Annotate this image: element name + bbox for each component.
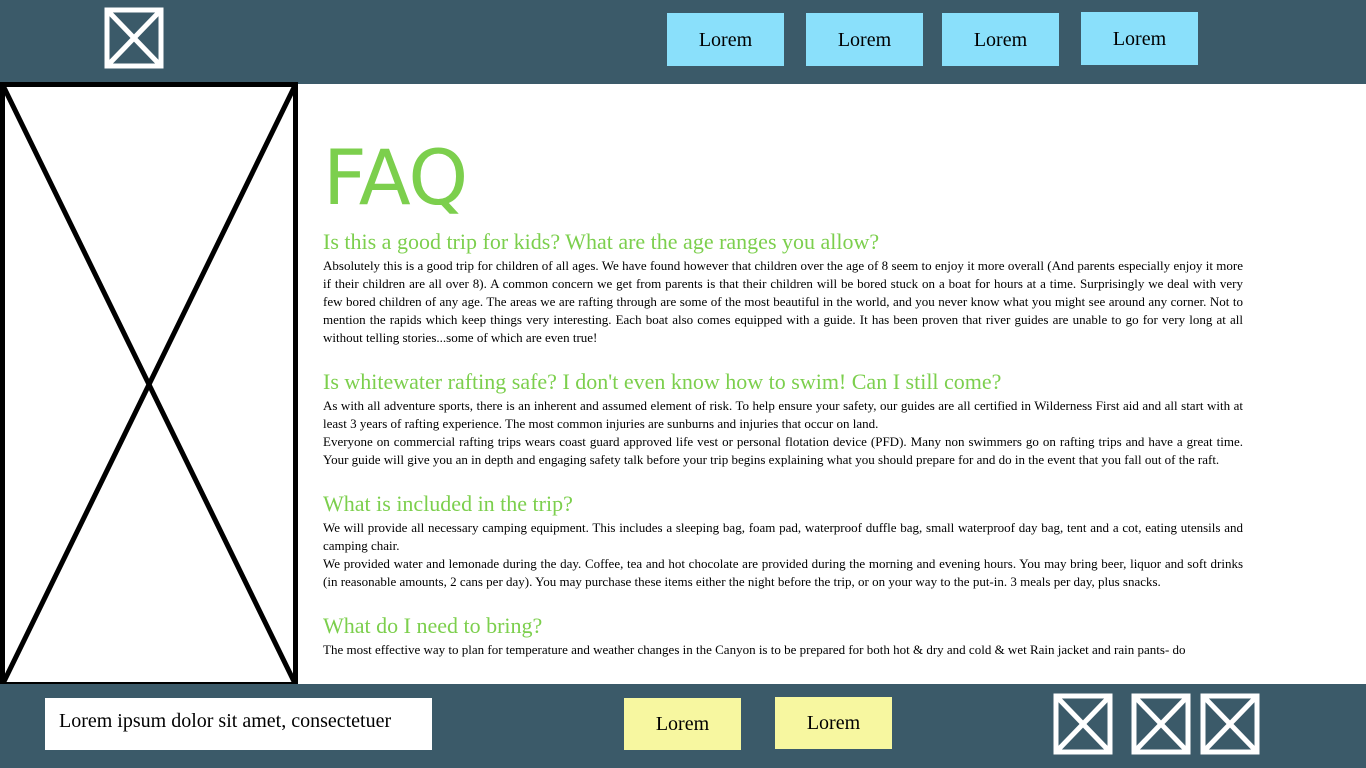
- faq-item: Is this a good trip for kids? What are t…: [323, 227, 1243, 347]
- faq-answer: The most effective way to plan for tempe…: [323, 642, 1186, 657]
- social-image-placeholder-icon[interactable]: [1131, 693, 1191, 755]
- faq-item: What do I need to bring? The most effect…: [323, 611, 1243, 659]
- faq-question: What is included in the trip?: [323, 491, 573, 516]
- logo-image-placeholder-icon[interactable]: [104, 7, 164, 69]
- faq-answer: Absolutely this is a good trip for child…: [323, 258, 1243, 345]
- sidebar-image-placeholder-icon: [0, 82, 298, 687]
- nav-button-3[interactable]: Lorem: [942, 13, 1059, 66]
- footer-button-1[interactable]: Lorem: [624, 698, 741, 750]
- footer-text-field[interactable]: Lorem ipsum dolor sit amet, consectetuer: [45, 698, 432, 750]
- faq-question: What do I need to bring?: [323, 613, 543, 638]
- page-title: FAQ: [323, 133, 468, 222]
- footer-button-2[interactable]: Lorem: [775, 697, 892, 749]
- nav-button-4[interactable]: Lorem: [1081, 12, 1198, 65]
- faq-question: Is whitewater rafting safe? I don't even…: [323, 369, 1002, 394]
- faq-question: Is this a good trip for kids? What are t…: [323, 229, 880, 254]
- faq-content: FAQ Is this a good trip for kids? What a…: [323, 133, 1243, 659]
- faq-item: Is whitewater rafting safe? I don't even…: [323, 367, 1243, 469]
- faq-answer: As with all adventure sports, there is a…: [323, 398, 1243, 431]
- nav-button-1[interactable]: Lorem: [667, 13, 784, 66]
- faq-answer: We will provide all necessary camping eq…: [323, 520, 1243, 553]
- nav-button-2[interactable]: Lorem: [806, 13, 923, 66]
- faq-answer: Everyone on commercial rafting trips wea…: [323, 434, 1243, 467]
- faq-item: What is included in the trip? We will pr…: [323, 489, 1243, 591]
- social-image-placeholder-icon[interactable]: [1053, 693, 1113, 755]
- faq-answer: We provided water and lemonade during th…: [323, 556, 1243, 589]
- social-image-placeholder-icon[interactable]: [1200, 693, 1260, 755]
